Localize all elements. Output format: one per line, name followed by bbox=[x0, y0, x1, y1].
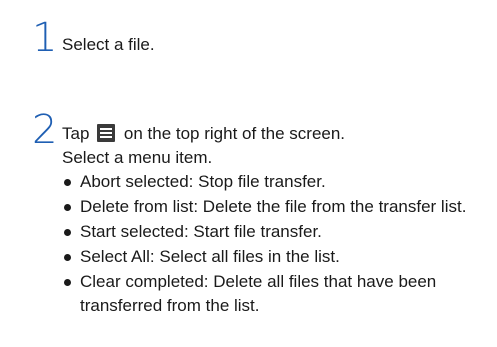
step-number: 2 bbox=[32, 107, 58, 153]
bullet-icon bbox=[64, 204, 71, 211]
list-item-text: Select All: Select all files in the list… bbox=[80, 247, 340, 266]
step-instruction-line-2: Select a menu item. bbox=[62, 148, 213, 167]
menu-item-list: Abort selected: Stop file transfer. Dele… bbox=[62, 170, 492, 319]
bullet-icon bbox=[64, 229, 71, 236]
list-item-text: Delete from list: Delete the file from t… bbox=[80, 197, 467, 216]
list-item-text: Abort selected: Stop file transfer. bbox=[80, 172, 326, 191]
step-text: Tap on the top right of the screen. Sele… bbox=[62, 122, 345, 170]
list-item: Start selected: Start file transfer. bbox=[62, 220, 492, 244]
bullet-icon bbox=[64, 254, 71, 261]
bullet-icon bbox=[64, 179, 71, 186]
list-item-text: Start selected: Start file transfer. bbox=[80, 222, 322, 241]
step-number: 1 bbox=[32, 15, 58, 61]
list-item: Clear completed: Delete all files that h… bbox=[62, 270, 492, 318]
step-text: Select a file. bbox=[62, 35, 155, 54]
list-item: Select All: Select all files in the list… bbox=[62, 245, 492, 269]
list-item: Abort selected: Stop file transfer. bbox=[62, 170, 492, 194]
list-item-text: Clear completed: Delete all files that h… bbox=[80, 272, 437, 315]
location-text: on the top right of the screen. bbox=[123, 124, 346, 143]
list-item: Delete from list: Delete the file from t… bbox=[62, 195, 492, 219]
step-instruction-line: Tap on the top right of the screen. bbox=[62, 122, 345, 146]
menu-icon bbox=[97, 124, 116, 142]
tap-text: Tap bbox=[62, 124, 90, 143]
bullet-icon bbox=[64, 279, 71, 286]
